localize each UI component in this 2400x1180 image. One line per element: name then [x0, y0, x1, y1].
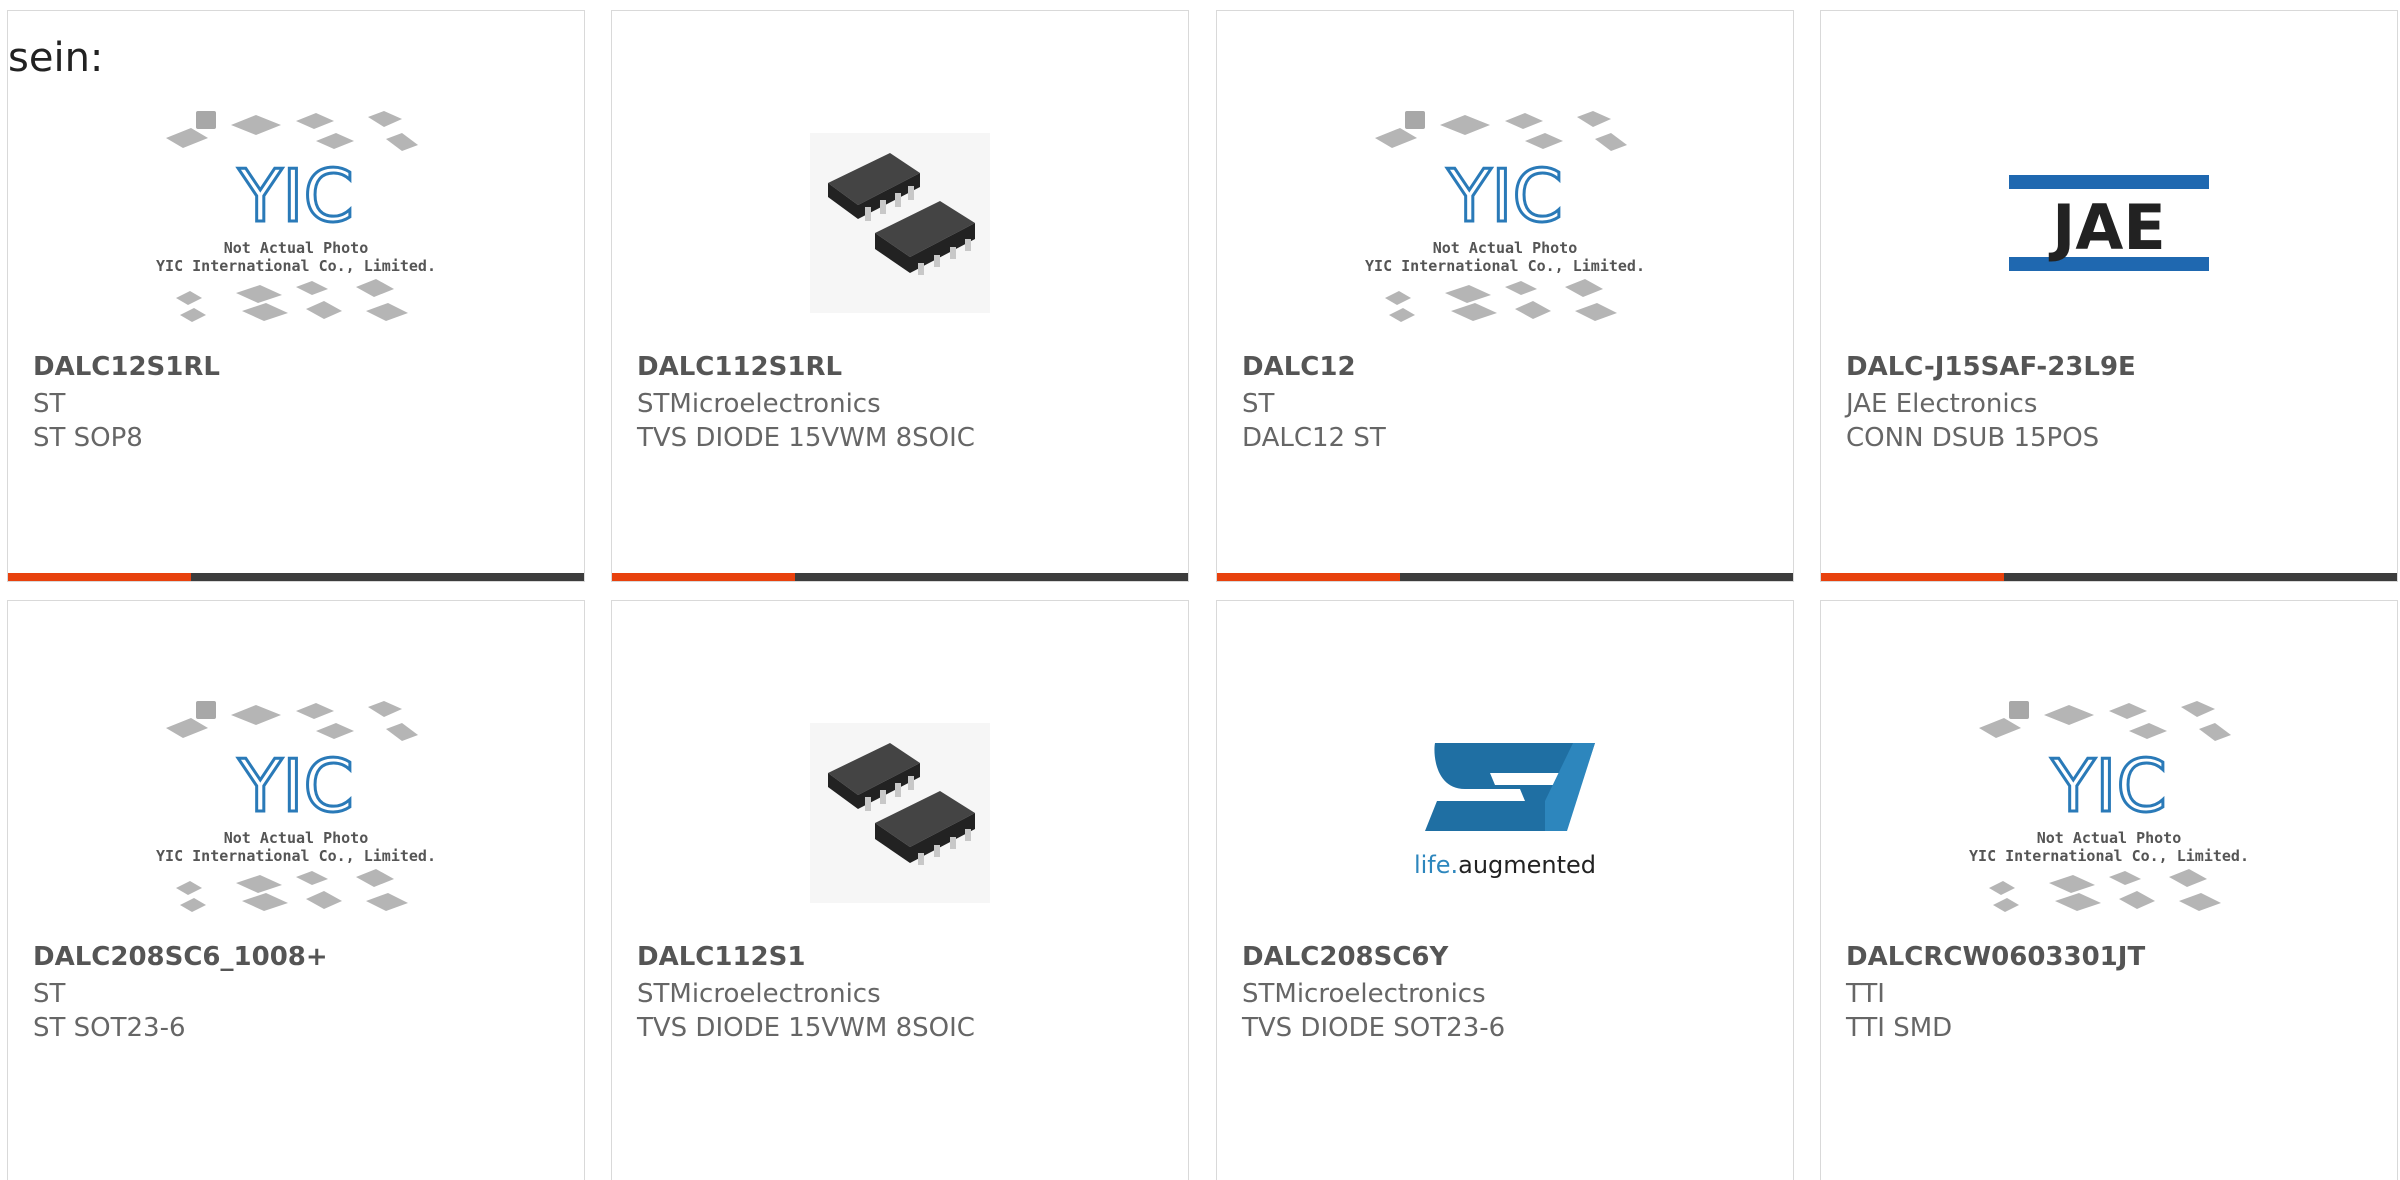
- description: TVS DIODE SOT23-6: [1242, 1013, 1506, 1043]
- product-card[interactable]: life.augmented DALC208SC6Y STMicroelectr…: [1216, 600, 1794, 1180]
- description: ST SOT23-6: [33, 1013, 186, 1043]
- part-number-link[interactable]: DALC112S1: [637, 941, 1178, 973]
- manufacturer: STMicroelectronics: [637, 389, 881, 419]
- description: CONN DSUB 15POS: [1846, 423, 2100, 453]
- manufacturer: TTI: [1846, 979, 1885, 1009]
- product-grid: YIC Not Actual Photo YIC International C…: [7, 10, 2400, 1180]
- description: ST SOP8: [33, 423, 143, 453]
- product-card[interactable]: DALC112S1RL STMicroelectronics TVS DIODE…: [611, 10, 1189, 582]
- soic-chip-icon: [810, 723, 990, 903]
- svg-text:life.augmented: life.augmented: [1414, 851, 1596, 879]
- soic-chip-icon: [810, 133, 990, 313]
- product-image[interactable]: YIC Not Actual Photo YIC International C…: [1365, 93, 1645, 353]
- svg-text:Not Actual Photo: Not Actual Photo: [1433, 239, 1578, 257]
- description: DALC12 ST: [1242, 423, 1386, 453]
- product-image[interactable]: YIC Not Actual Photo YIC International C…: [156, 683, 436, 943]
- part-number-link[interactable]: DALC12: [1242, 351, 1783, 383]
- product-image[interactable]: YIC Not Actual Photo YIC International C…: [1969, 683, 2249, 943]
- part-number-link[interactable]: DALC-J15SAF-23L9E: [1846, 351, 2387, 383]
- product-image[interactable]: [760, 93, 1040, 353]
- description: TVS DIODE 15VWM 8SOIC: [637, 1013, 975, 1043]
- svg-text:YIC International Co., Limited: YIC International Co., Limited.: [1969, 847, 2249, 865]
- manufacturer: STMicroelectronics: [637, 979, 881, 1009]
- svg-text:JAE: JAE: [2048, 191, 2165, 264]
- svg-text:Not Actual Photo: Not Actual Photo: [2037, 829, 2182, 847]
- manufacturer: ST: [33, 979, 66, 1009]
- product-image[interactable]: JAE: [1969, 93, 2249, 353]
- product-card[interactable]: DALC112S1 STMicroelectronics TVS DIODE 1…: [611, 600, 1189, 1180]
- part-number-link[interactable]: DALC112S1RL: [637, 351, 1178, 383]
- svg-text:YIC: YIC: [1446, 154, 1563, 238]
- product-image[interactable]: [760, 683, 1040, 943]
- part-number-link[interactable]: DALCRCW0603301JT: [1846, 941, 2387, 973]
- svg-text:YIC International Co., Limited: YIC International Co., Limited.: [156, 847, 436, 865]
- lead-text: sein:: [8, 38, 108, 78]
- description: TVS DIODE 15VWM 8SOIC: [637, 423, 975, 453]
- svg-text:YIC: YIC: [237, 154, 354, 238]
- manufacturer: ST: [33, 389, 66, 419]
- product-card[interactable]: YIC Not Actual Photo YIC International C…: [7, 10, 585, 582]
- placeholder-photo-icon: YIC Not Actual Photo YIC International C…: [1365, 111, 1645, 322]
- svg-text:YIC International Co., Limited: YIC International Co., Limited.: [156, 257, 436, 275]
- product-image[interactable]: life.augmented: [1365, 683, 1645, 943]
- st-logo-icon: life.augmented: [1414, 743, 1596, 879]
- card-bottom-bar: [8, 573, 584, 581]
- placeholder-photo-icon: YIC Not Actual Photo YIC International C…: [1969, 701, 2249, 912]
- product-card[interactable]: YIC Not Actual Photo YIC International C…: [1216, 10, 1794, 582]
- part-number-link[interactable]: DALC208SC6_1008+: [33, 941, 574, 973]
- card-bottom-bar: [612, 573, 1188, 581]
- part-number-link[interactable]: DALC208SC6Y: [1242, 941, 1783, 973]
- placeholder-photo-icon: YIC Not Actual Photo YIC International C…: [156, 701, 436, 912]
- manufacturer: JAE Electronics: [1846, 389, 2038, 419]
- placeholder-photo-icon: YIC Not Actual Photo YIC International C…: [156, 111, 436, 322]
- card-bottom-bar: [1217, 573, 1793, 581]
- svg-text:YIC: YIC: [2050, 744, 2167, 828]
- part-number-link[interactable]: DALC12S1RL: [33, 351, 574, 383]
- product-card[interactable]: YIC Not Actual Photo YIC International C…: [1820, 600, 2398, 1180]
- manufacturer: ST: [1242, 389, 1275, 419]
- svg-text:YIC: YIC: [237, 744, 354, 828]
- card-bottom-bar: [1821, 573, 2397, 581]
- jae-logo-icon: JAE: [2009, 175, 2209, 271]
- svg-text:Not Actual Photo: Not Actual Photo: [224, 239, 369, 257]
- svg-text:YIC International Co., Limited: YIC International Co., Limited.: [1365, 257, 1645, 275]
- svg-text:Not Actual Photo: Not Actual Photo: [224, 829, 369, 847]
- product-image[interactable]: YIC Not Actual Photo YIC International C…: [156, 93, 436, 353]
- description: TTI SMD: [1846, 1013, 1953, 1043]
- product-card[interactable]: JAE DALC-J15SAF-23L9E JAE Electronics CO…: [1820, 10, 2398, 582]
- product-card[interactable]: YIC Not Actual Photo YIC International C…: [7, 600, 585, 1180]
- manufacturer: STMicroelectronics: [1242, 979, 1486, 1009]
